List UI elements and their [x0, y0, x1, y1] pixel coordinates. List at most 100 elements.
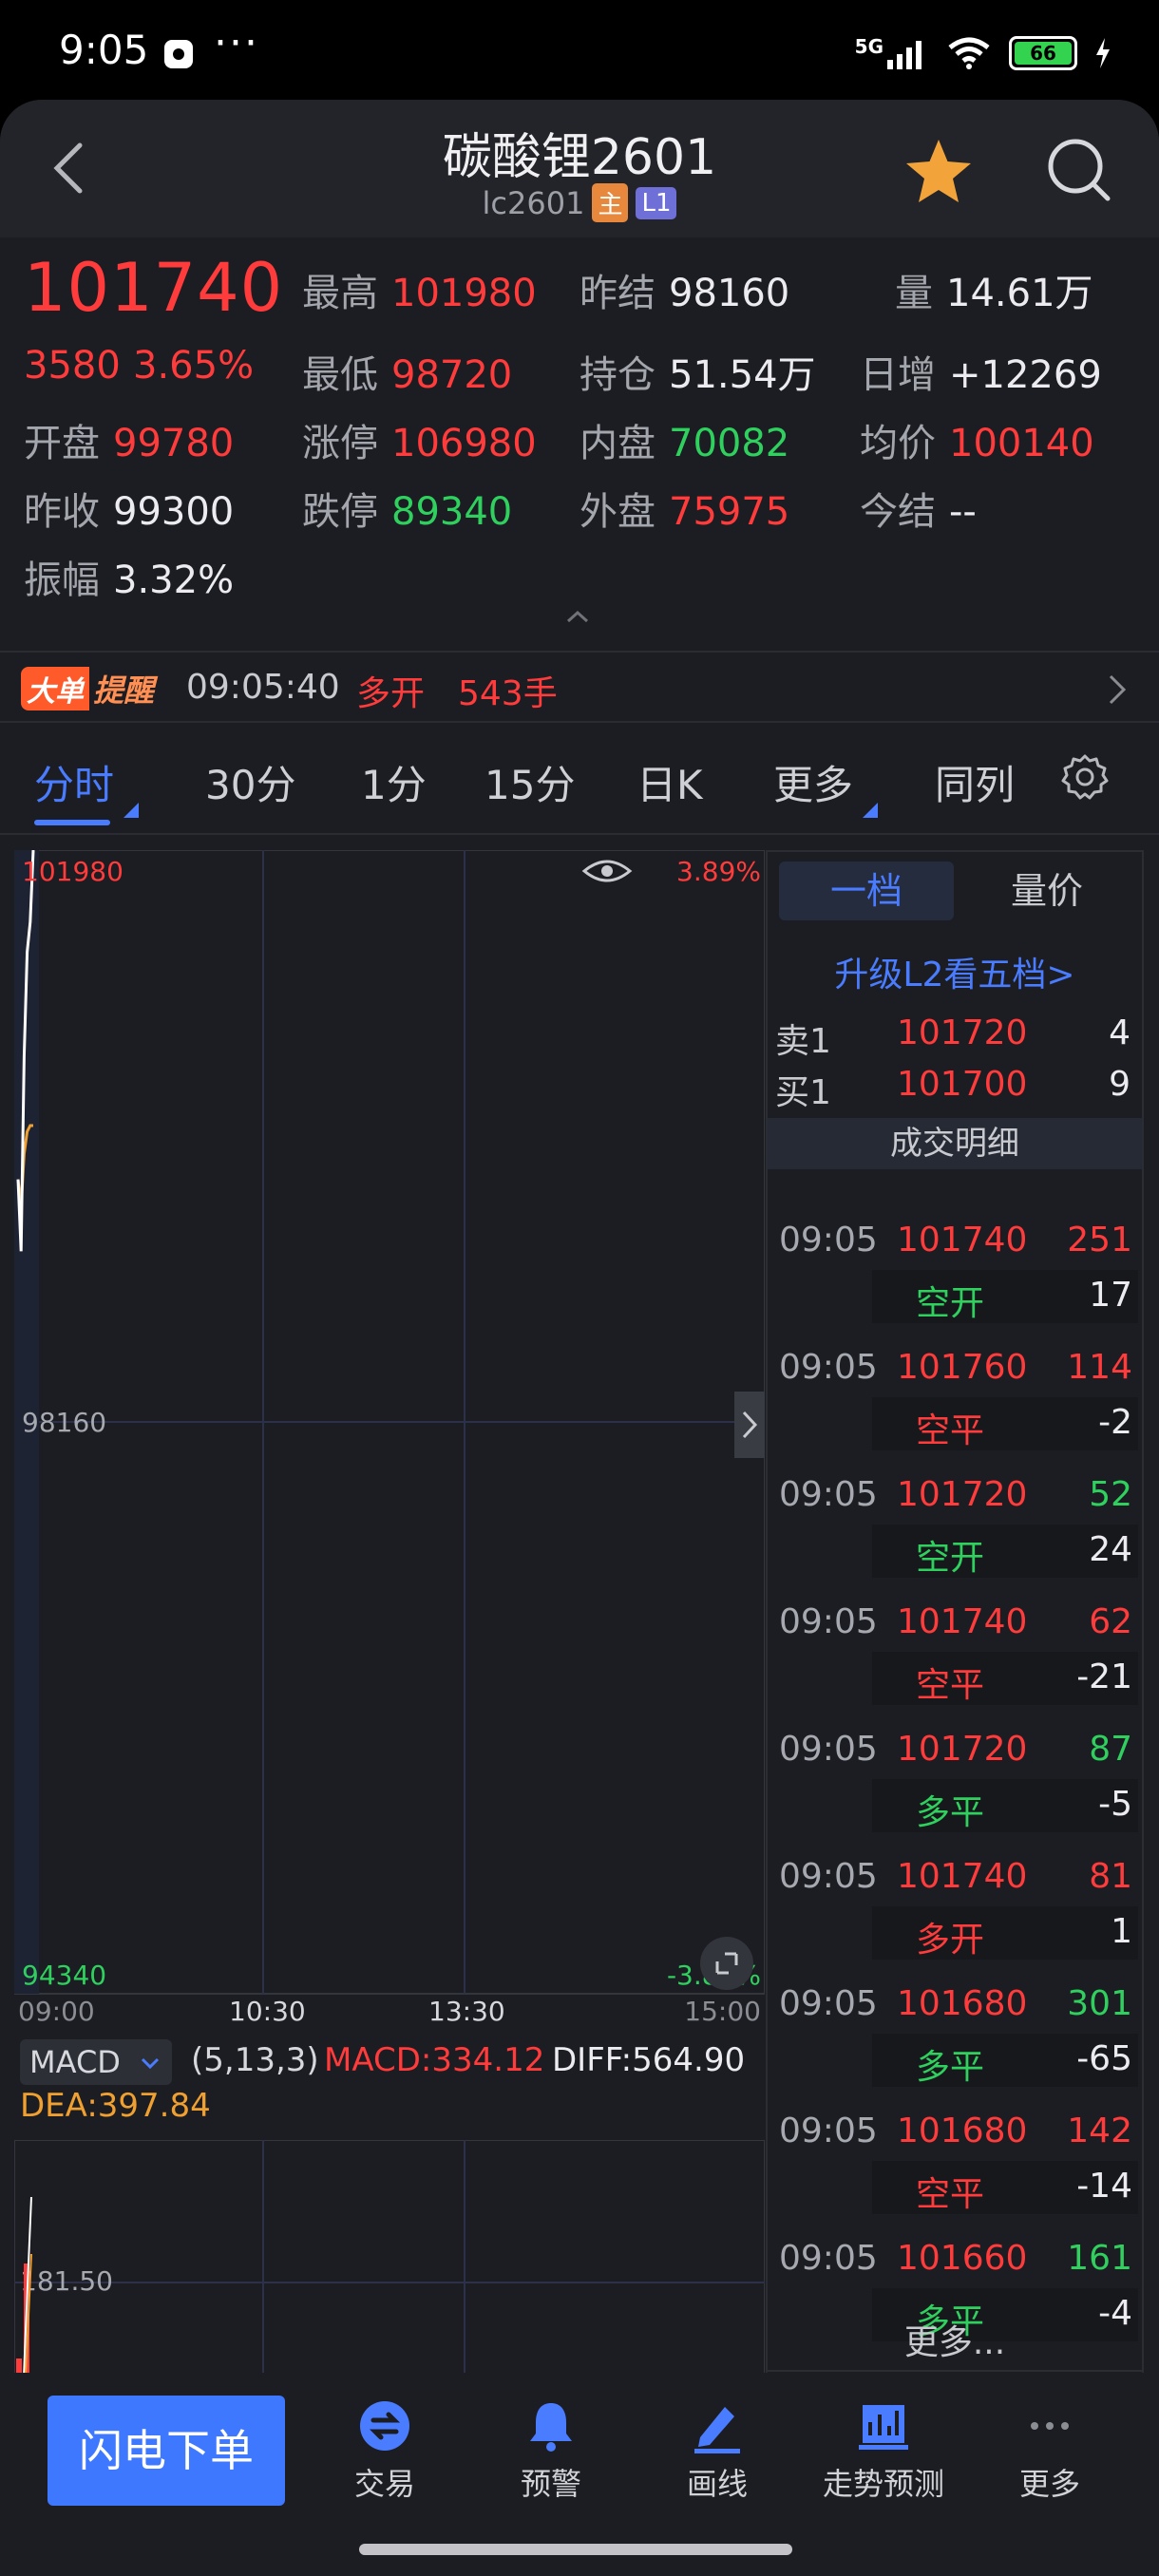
- quote-outer: 外盘 75975: [580, 490, 790, 534]
- trade-oi-delta: 1: [1111, 1912, 1132, 1951]
- divider: [768, 2370, 1142, 2372]
- alert-button[interactable]: 预警: [475, 2397, 627, 2504]
- y-tick-top: 101980: [22, 856, 124, 887]
- search-icon[interactable]: [1045, 134, 1113, 206]
- alert-action: 多开: [356, 674, 426, 713]
- trade-time: 09:05: [779, 2112, 878, 2150]
- main-contract-tag: 主: [592, 183, 629, 222]
- timeshare-chart[interactable]: 101980 3.89% 98160 94340 -3.89% 09:00 10…: [14, 850, 765, 2028]
- signal-icon: [887, 41, 922, 69]
- x-tick-label: 13:30: [428, 1996, 505, 2027]
- trade-volume: 161: [1067, 2239, 1132, 2278]
- trade-price: 101720: [897, 1475, 1028, 1514]
- price-change-pct: 3.65%: [133, 344, 255, 388]
- trade-type: 多平: [916, 1793, 985, 1832]
- expand-chart-icon[interactable]: [700, 1937, 753, 1990]
- trade-detail-header: 成交明细: [768, 1118, 1142, 1169]
- trade-oi-delta: 17: [1089, 1276, 1132, 1315]
- collapse-chevron-icon[interactable]: [566, 610, 589, 623]
- status-time: 9:05: [59, 27, 149, 73]
- quote-daily-increase: 日增 +12269: [860, 353, 1102, 397]
- app-window: 碳酸锂2601 lc2601 主 L1 101740 3580 3.65% 最高…: [0, 100, 1159, 2576]
- side-panel-toggle-icon[interactable]: [734, 1392, 765, 1458]
- trade-row: 09:05 101740 251 空开 17: [768, 1221, 1142, 1348]
- more-trades-link[interactable]: 更多...: [768, 2315, 1142, 2364]
- tab-1min[interactable]: 1分: [361, 753, 427, 811]
- tab-timeshare[interactable]: 分时: [34, 753, 114, 811]
- order-book-panel: 一档 量价 升级L2看五档> 卖1 101720 4 买1 101700 9 成…: [766, 850, 1144, 2375]
- tab-same-column[interactable]: 同列: [935, 753, 1015, 811]
- level-tag: L1: [636, 186, 677, 219]
- trade-price: 101740: [897, 1857, 1028, 1896]
- trade-type: 空平: [916, 1411, 985, 1450]
- flash-order-button[interactable]: 闪电下单: [48, 2396, 285, 2506]
- trade-icon: [360, 2401, 409, 2451]
- tab-volume-price[interactable]: 量价: [960, 862, 1134, 920]
- quote-open: 开盘 99780: [24, 422, 235, 465]
- trade-oi-delta: -2: [1098, 1403, 1132, 1442]
- trade-price: 101680: [897, 1984, 1028, 2023]
- trade-type: 空开: [916, 1539, 985, 1578]
- gear-icon[interactable]: [1061, 753, 1109, 801]
- trade-button[interactable]: 交易: [309, 2397, 461, 2504]
- trade-row: 09:05 101740 81 多开 1: [768, 1857, 1142, 1984]
- trade-time: 09:05: [779, 1984, 878, 2023]
- more-menu-button[interactable]: 更多: [974, 2397, 1126, 2504]
- trade-time: 09:05: [779, 1221, 878, 1260]
- y-tick-mid: 98160: [22, 1407, 106, 1438]
- macd-level-label: 181.50: [20, 2265, 113, 2297]
- quote-amplitude: 振幅 3.32%: [24, 559, 235, 602]
- last-price: 101740: [24, 249, 284, 327]
- home-indicator[interactable]: [359, 2544, 792, 2555]
- quote-today-settle: 今结 --: [860, 490, 977, 534]
- alert-badge: 大单 提醒: [21, 667, 154, 710]
- quote-low: 最低 98720: [302, 353, 513, 397]
- trade-row: 09:05 101720 52 空开 24: [768, 1475, 1142, 1602]
- favorite-star-icon[interactable]: [902, 136, 975, 208]
- quote-avg: 均价 100140: [860, 422, 1094, 465]
- trade-price: 101740: [897, 1602, 1028, 1641]
- tab-15min[interactable]: 15分: [484, 753, 575, 811]
- indicator-select[interactable]: MACD: [20, 2039, 172, 2085]
- trade-type: 空平: [916, 1666, 985, 1705]
- bell-icon: [530, 2403, 572, 2452]
- trade-type: 多开: [916, 1921, 985, 1960]
- pen-icon: [694, 2407, 740, 2453]
- trade-row: 09:05 101720 87 多平 -5: [768, 1730, 1142, 1857]
- ask-row: 卖1 101720 4: [775, 1013, 1130, 1061]
- contract-info: lc2601 主 L1: [0, 183, 1159, 222]
- trade-type: 空开: [916, 1284, 985, 1323]
- notification-icon: [164, 40, 193, 68]
- trade-oi-delta: 24: [1089, 1530, 1132, 1569]
- trade-time: 09:05: [779, 2239, 878, 2278]
- upgrade-l2-link[interactable]: 升级L2看五档>: [768, 947, 1142, 996]
- trade-type: 空平: [916, 2175, 985, 2214]
- tab-level1[interactable]: 一档: [779, 862, 954, 920]
- trade-volume: 81: [1089, 1857, 1132, 1896]
- trade-price: 101720: [897, 1730, 1028, 1769]
- trade-oi-delta: -14: [1076, 2167, 1132, 2206]
- trade-volume: 52: [1089, 1475, 1132, 1514]
- indicator-header: MACD (5,13,3) MACD:334.12 DIFF:564.90 DE…: [14, 2034, 765, 2138]
- trade-time: 09:05: [779, 1475, 878, 1514]
- trade-type-bar: [872, 1906, 1138, 1960]
- x-tick-label: 15:00: [684, 1996, 761, 2027]
- big-order-alert[interactable]: 大单 提醒 09:05:40 多开 543手: [0, 651, 1159, 723]
- trade-time: 09:05: [779, 1348, 878, 1387]
- trade-volume: 87: [1089, 1730, 1132, 1769]
- chevron-down-icon: [141, 2057, 160, 2070]
- trade-price: 101740: [897, 1221, 1028, 1260]
- draw-line-button[interactable]: 画线: [641, 2397, 793, 2504]
- page-title: 碳酸锂2601: [442, 129, 717, 186]
- tab-30min[interactable]: 30分: [205, 753, 295, 811]
- tab-more[interactable]: 更多: [773, 753, 853, 811]
- charging-icon: [1096, 38, 1110, 68]
- trend-forecast-button[interactable]: 走势预测: [808, 2397, 960, 2504]
- tab-daily-k[interactable]: 日K: [636, 753, 703, 811]
- contract-code: lc2601: [482, 184, 585, 221]
- dea-value: DEA:397.84: [20, 2087, 211, 2125]
- quote-high: 最高 101980: [302, 272, 537, 315]
- active-tab-indicator: [34, 820, 110, 825]
- trade-time: 09:05: [779, 1602, 878, 1641]
- chevron-right-icon[interactable]: [1108, 673, 1127, 706]
